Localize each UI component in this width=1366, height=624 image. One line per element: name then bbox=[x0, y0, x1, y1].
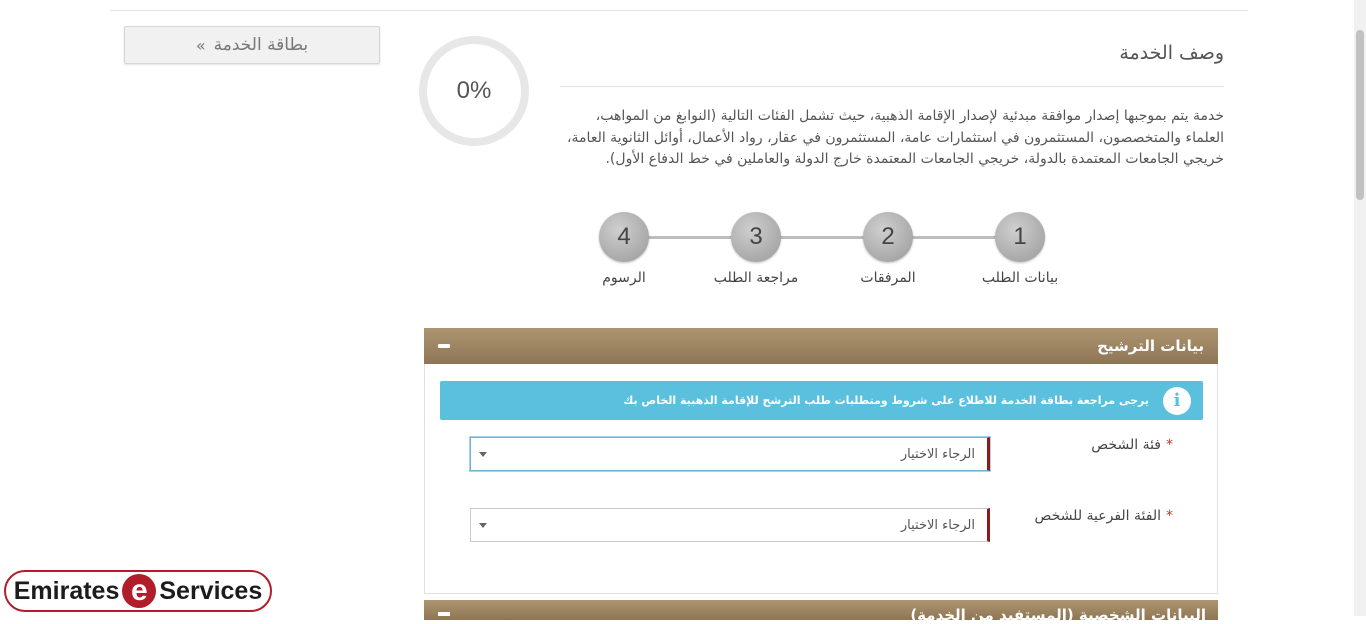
step-4-label: الرسوم bbox=[602, 270, 646, 286]
logo-left-text: Emirates bbox=[13, 576, 120, 605]
caret-down-icon bbox=[479, 522, 487, 528]
collapse-icon[interactable] bbox=[438, 612, 450, 616]
step-1-label: بيانات الطلب bbox=[981, 270, 1059, 286]
progress-ring: 0% bbox=[419, 36, 529, 146]
person-subcategory-value: الرجاء الاختيار bbox=[900, 517, 975, 533]
nomination-panel-title: بيانات الترشيح bbox=[1097, 337, 1204, 355]
info-alert: i يرجى مراجعة بطاقة الخدمة للاطلاع على ش… bbox=[440, 381, 1203, 420]
progress-percent: 0% bbox=[456, 77, 492, 104]
step-2-label: المرفقات bbox=[860, 270, 916, 286]
scrollbar-thumb[interactable] bbox=[1356, 30, 1364, 200]
page-scrollbar[interactable] bbox=[1354, 0, 1366, 616]
person-category-label: *فئة الشخص bbox=[1091, 437, 1173, 453]
step-4: 4 bbox=[599, 212, 649, 262]
service-description-title: وصف الخدمة bbox=[1119, 42, 1224, 64]
required-asterisk: * bbox=[1166, 508, 1173, 524]
collapse-icon[interactable] bbox=[438, 344, 450, 348]
personal-data-panel-header[interactable]: البيانات الشخصية (المستفيد من الخدمة) bbox=[424, 600, 1218, 624]
person-category-select[interactable]: الرجاء الاختيار bbox=[470, 437, 990, 471]
top-divider bbox=[110, 10, 1248, 11]
info-alert-text: يرجى مراجعة بطاقة الخدمة للاطلاع على شرو… bbox=[623, 394, 1149, 407]
double-chevron-right-icon: » bbox=[195, 35, 206, 55]
personal-data-panel-title: البيانات الشخصية (المستفيد من الخدمة) bbox=[910, 606, 1206, 624]
emirates-eservices-logo: Emirates e Services bbox=[4, 570, 272, 612]
nomination-panel-header[interactable]: بيانات الترشيح bbox=[424, 328, 1218, 364]
logo-e-mark: e bbox=[122, 574, 157, 608]
person-subcategory-label: *الفئة الفرعية للشخص bbox=[1034, 508, 1174, 524]
steps-connector bbox=[624, 236, 1020, 239]
service-description: خدمة يتم بموجبها إصدار موافقة مبدئية لإص… bbox=[567, 108, 1224, 167]
person-subcategory-select[interactable]: الرجاء الاختيار bbox=[470, 508, 990, 542]
caret-down-icon bbox=[479, 451, 487, 457]
required-asterisk: * bbox=[1166, 437, 1173, 453]
person-category-value: الرجاء الاختيار bbox=[900, 446, 975, 462]
service-card-button[interactable]: بطاقة الخدمة » bbox=[124, 26, 380, 64]
title-divider bbox=[560, 86, 1224, 87]
step-3-label: مراجعة الطلب bbox=[713, 270, 799, 286]
info-icon: i bbox=[1163, 386, 1191, 415]
service-card-label: بطاقة الخدمة bbox=[213, 35, 309, 55]
step-2: 2 bbox=[863, 212, 913, 262]
step-1: 1 bbox=[995, 212, 1045, 262]
step-3: 3 bbox=[731, 212, 781, 262]
logo-right-text: Services bbox=[159, 576, 263, 605]
